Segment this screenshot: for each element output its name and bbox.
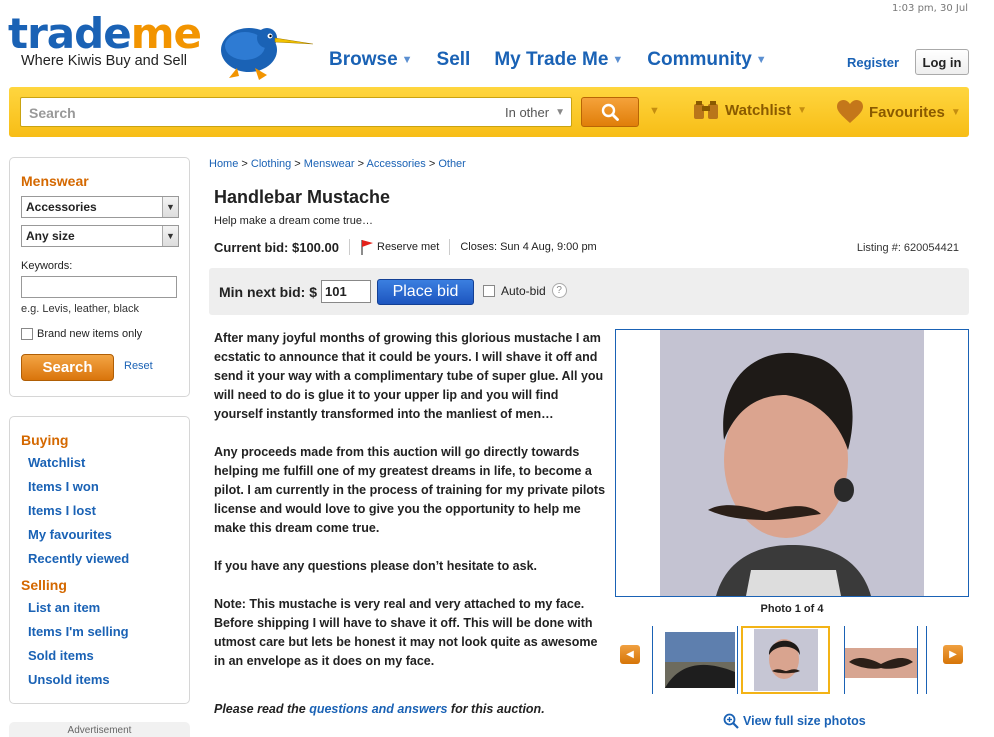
my-trade-me-panel: Buying Watchlist Items I won Items I los… bbox=[9, 416, 190, 704]
kiwi-icon bbox=[221, 28, 314, 80]
view-full-size-link[interactable]: View full size photos bbox=[723, 713, 866, 729]
listing-number: Listing #: 620054421 bbox=[856, 242, 959, 254]
chevron-down-icon: ▼ bbox=[797, 104, 808, 116]
photo-caption: Photo 1 of 4 bbox=[760, 603, 824, 615]
description-paragraph: After many joyful months of growing this… bbox=[214, 331, 604, 421]
login-button[interactable]: Log in bbox=[915, 49, 969, 75]
sidebar-item-watchlist[interactable]: Watchlist bbox=[28, 455, 85, 470]
chevron-down-icon: ▼ bbox=[162, 226, 178, 246]
listing-subtitle: Help make a dream come true… bbox=[214, 215, 373, 227]
nav-community[interactable]: Community ▼ bbox=[647, 49, 766, 71]
sidebar-item-items-won[interactable]: Items I won bbox=[28, 479, 99, 494]
listing-description: After many joyful months of growing this… bbox=[214, 329, 606, 690]
breadcrumb-menswear[interactable]: Menswear bbox=[304, 158, 355, 170]
chevron-down-icon: ▼ bbox=[755, 54, 767, 66]
chevron-down-icon: ▼ bbox=[162, 197, 178, 217]
nav-my-trade-me[interactable]: My Trade Me ▼ bbox=[494, 49, 623, 71]
chevron-down-icon: ▼ bbox=[950, 106, 961, 118]
listing-title: Handlebar Mustache bbox=[214, 187, 391, 207]
next-photo-arrow-icon[interactable]: ▶ bbox=[943, 645, 963, 664]
refine-search-panel: Menswear Accessories ▼ Any size ▼ Keywor… bbox=[9, 157, 190, 397]
description-paragraph: If you have any questions please don’t h… bbox=[214, 559, 538, 573]
nav-sell[interactable]: Sell bbox=[437, 49, 471, 71]
sidebar-item-unsold-items[interactable]: Unsold items bbox=[28, 672, 110, 687]
divider bbox=[349, 239, 350, 255]
sidebar-item-list-an-item[interactable]: List an item bbox=[28, 600, 100, 615]
main-photo[interactable] bbox=[615, 329, 969, 597]
bid-bar: Min next bid: $ 101 Place bid Auto-bid ? bbox=[209, 268, 969, 315]
reset-link[interactable]: Reset bbox=[124, 360, 153, 372]
chevron-down-icon: ▼ bbox=[401, 54, 413, 66]
main-nav: Browse ▼ Sell My Trade Me ▼ Community ▼ bbox=[329, 49, 767, 71]
keywords-hint: e.g. Levis, leather, black bbox=[21, 303, 140, 315]
search-options-chevron-icon[interactable]: ▼ bbox=[649, 105, 660, 117]
breadcrumb-clothing[interactable]: Clothing bbox=[251, 158, 291, 170]
search-icon bbox=[601, 103, 619, 121]
watchlist-button[interactable]: Watchlist ▼ bbox=[693, 100, 807, 120]
sidebar-item-items-lost[interactable]: Items I lost bbox=[28, 503, 96, 518]
keywords-label: Keywords: bbox=[21, 260, 73, 272]
category-select[interactable]: Accessories ▼ bbox=[21, 196, 179, 218]
breadcrumb-accessories[interactable]: Accessories bbox=[366, 158, 425, 170]
reserve-status: Reserve met bbox=[360, 239, 439, 255]
breadcrumb-other[interactable]: Other bbox=[438, 158, 466, 170]
bid-summary: Current bid: $100.00 Reserve met Closes:… bbox=[214, 239, 597, 255]
thumbnail-cockpit-image bbox=[665, 632, 735, 688]
thumbnail-3[interactable] bbox=[844, 626, 918, 694]
logo-tagline: Where Kiwis Buy and Sell bbox=[21, 53, 188, 69]
place-bid-button[interactable]: Place bid bbox=[377, 279, 474, 305]
keywords-input[interactable] bbox=[21, 276, 177, 298]
nav-browse[interactable]: Browse ▼ bbox=[329, 49, 413, 71]
trademe-logo[interactable]: trademe Where Kiwis Buy and Sell bbox=[8, 13, 314, 84]
thumbnail-portrait-image bbox=[754, 629, 818, 691]
favourites-button[interactable]: Favourites ▼ bbox=[837, 100, 961, 124]
qa-note: Please read the questions and answers fo… bbox=[214, 702, 545, 716]
description-paragraph: Any proceeds made from this auction will… bbox=[214, 445, 606, 535]
previous-photo-arrow-icon[interactable]: ◀ bbox=[620, 645, 640, 664]
sidebar-search-button[interactable]: Search bbox=[21, 354, 114, 381]
brand-new-checkbox[interactable] bbox=[21, 328, 33, 340]
size-select[interactable]: Any size ▼ bbox=[21, 225, 179, 247]
description-paragraph: Note: This mustache is very real and ver… bbox=[214, 597, 598, 668]
auto-bid-option[interactable]: Auto-bid ? bbox=[483, 283, 567, 298]
photo-thumbnails: ◀ ▶ bbox=[615, 626, 969, 694]
breadcrumb-home[interactable]: Home bbox=[209, 158, 238, 170]
listing-photo bbox=[660, 330, 924, 596]
closing-time: Closes: Sun 4 Aug, 9:00 pm bbox=[460, 241, 597, 253]
search-placeholder: Search bbox=[29, 105, 76, 121]
heart-icon bbox=[837, 100, 863, 123]
current-bid: Current bid: $100.00 bbox=[214, 239, 339, 255]
sidebar-item-recently-viewed[interactable]: Recently viewed bbox=[28, 551, 129, 566]
thumbnail-mustache-image bbox=[845, 648, 917, 678]
bid-amount-input[interactable]: 101 bbox=[321, 280, 371, 303]
questions-answers-link[interactable]: questions and answers bbox=[309, 702, 447, 716]
buying-title: Buying bbox=[21, 432, 69, 448]
search-input[interactable]: Search In other ▼ bbox=[20, 97, 572, 127]
flag-icon bbox=[361, 240, 373, 255]
search-scope-select[interactable]: In other ▼ bbox=[505, 98, 571, 126]
brand-new-filter[interactable]: Brand new items only bbox=[21, 328, 142, 340]
thumbnail-2-selected[interactable] bbox=[741, 626, 830, 694]
sidebar-item-items-selling[interactable]: Items I'm selling bbox=[28, 624, 129, 639]
breadcrumb: Home > Clothing > Menswear > Accessories… bbox=[209, 158, 466, 170]
binoculars-icon bbox=[694, 101, 718, 119]
register-link[interactable]: Register bbox=[847, 55, 899, 70]
thumbnail-4-partial[interactable] bbox=[926, 626, 929, 694]
sidebar-item-sold-items[interactable]: Sold items bbox=[28, 648, 94, 663]
help-icon[interactable]: ? bbox=[551, 283, 567, 298]
sidebar-item-my-favourites[interactable]: My favourites bbox=[28, 527, 112, 542]
selling-title: Selling bbox=[21, 577, 67, 593]
chevron-down-icon: ▼ bbox=[612, 54, 624, 66]
category-title: Menswear bbox=[21, 173, 89, 189]
search-button[interactable] bbox=[581, 97, 639, 127]
chevron-down-icon: ▼ bbox=[555, 106, 565, 118]
min-next-bid-label: Min next bid: $ bbox=[219, 284, 318, 300]
thumbnail-1[interactable] bbox=[652, 626, 738, 694]
search-bar: Search In other ▼ ▼ Watchlist ▼ Favourit… bbox=[9, 87, 969, 137]
divider bbox=[449, 239, 451, 255]
advertisement-label: Advertisement bbox=[9, 722, 190, 737]
zoom-in-icon bbox=[723, 713, 739, 729]
current-time: 1:03 pm, 30 Jul bbox=[891, 3, 968, 14]
auto-bid-checkbox[interactable] bbox=[483, 284, 495, 297]
